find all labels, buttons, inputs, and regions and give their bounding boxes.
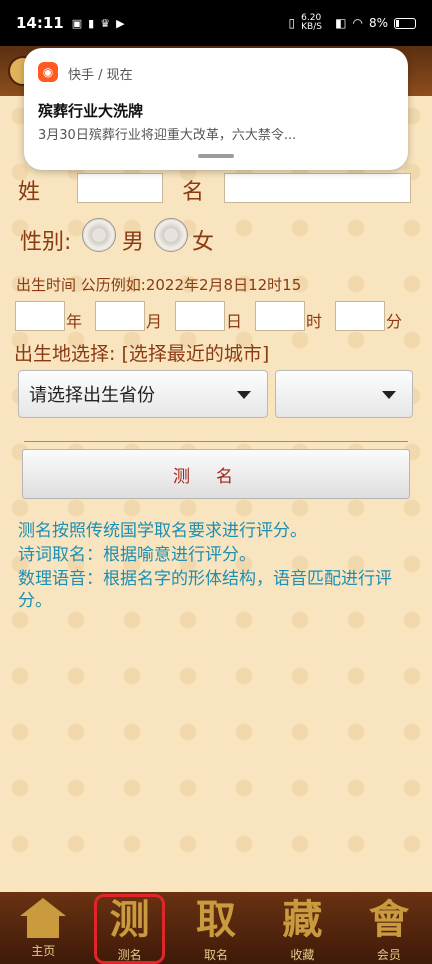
nfc-icon: ◧ — [335, 16, 347, 30]
tab-glyph: 會 — [368, 896, 409, 943]
female-radio[interactable] — [154, 218, 188, 252]
status-bar: 14:11 ▣ ▮ ♛ ▶ ▯ 6.20 KB/S ◧ ◠ 8% — [0, 0, 432, 46]
divider — [24, 441, 408, 442]
tab-label: 主页 — [31, 944, 56, 958]
year-input[interactable] — [15, 301, 65, 331]
status-time: 14:11 — [16, 14, 64, 32]
tab-test-name[interactable]: 测 测名 — [86, 892, 172, 964]
tab-choose-name[interactable]: 取 取名 — [173, 892, 259, 964]
tab-glyph: 藏 — [282, 896, 323, 943]
surname-input[interactable] — [77, 173, 163, 203]
tab-label: 会员 — [376, 948, 401, 962]
wifi-icon: ◠ — [352, 16, 363, 30]
city-select[interactable] — [275, 370, 413, 418]
media-icon: ▶ — [116, 16, 125, 30]
test-name-button[interactable]: 测名 — [22, 449, 410, 499]
province-select-value: 请选择出生省份 — [29, 385, 155, 406]
minute-unit: 分 — [386, 312, 403, 331]
main-content: 姓 名 性别: 男 女 出生时间 公历例如:2022年2月8日12时15 年 月… — [0, 96, 432, 892]
app-notification-icon: ▣ — [71, 16, 83, 30]
kuaishou-app-icon: ◉ — [38, 62, 58, 82]
month-input[interactable] — [95, 301, 145, 331]
battery-percent: 8% — [368, 16, 388, 30]
dropdown-arrow-icon — [382, 391, 396, 399]
tab-favorites[interactable]: 藏 收藏 — [259, 892, 345, 964]
network-speed: 6.20 KB/S — [301, 13, 322, 32]
surname-label: 姓 — [18, 180, 41, 205]
hour-unit: 时 — [306, 312, 323, 331]
tab-label: 取名 — [204, 948, 229, 962]
given-name-label: 名 — [182, 180, 205, 205]
hour-input[interactable] — [255, 301, 305, 331]
given-name-input[interactable] — [224, 173, 411, 203]
notification-card[interactable]: ◉ 快手 / 现在 殡葬行业大洗牌 3月30日殡葬行业将迎重大改革，六大禁令..… — [24, 48, 408, 170]
status-right: ▯ 6.20 KB/S ◧ ◠ 8% — [289, 14, 416, 32]
gender-label: 性别: — [20, 230, 72, 255]
tab-home[interactable]: 主页 — [0, 892, 86, 964]
description-line: 诗词取名：根据喻意进行评分。 — [18, 545, 256, 565]
active-tab-outline — [94, 894, 165, 964]
crown-icon: ♛ — [100, 16, 111, 30]
province-select[interactable]: 请选择出生省份 — [18, 370, 268, 418]
tab-member[interactable]: 會 会员 — [346, 892, 432, 964]
description-line: 数理语音：根据名字的形体结构，语音匹配进行评分。 — [18, 569, 392, 611]
tab-label: 收藏 — [290, 948, 315, 962]
female-label: 女 — [192, 230, 215, 255]
notification-title: 殡葬行业大洗牌 — [38, 102, 144, 120]
notification-app-name: 快手 / 现在 — [68, 68, 133, 83]
male-radio[interactable] — [82, 218, 116, 252]
drag-handle[interactable] — [198, 154, 234, 158]
tab-glyph: 取 — [196, 896, 237, 943]
battery-icon — [394, 17, 416, 29]
year-unit: 年 — [66, 312, 83, 331]
dropdown-arrow-icon — [237, 391, 251, 399]
vibrate-icon: ▯ — [288, 16, 296, 30]
day-input[interactable] — [175, 301, 225, 331]
sim-icon: ▮ — [88, 16, 95, 30]
notification-body: 3月30日殡葬行业将迎重大改革，六大禁令... — [38, 128, 297, 143]
birth-time-label: 出生时间 公历例如:2022年2月8日12时15 — [16, 276, 302, 294]
bottom-tab-bar: 主页 测 测名 取 取名 藏 收藏 會 会员 — [0, 892, 432, 964]
minute-input[interactable] — [335, 301, 385, 331]
male-label: 男 — [122, 230, 145, 255]
birthplace-label: 出生地选择: [选择最近的城市] — [14, 343, 270, 365]
home-icon — [20, 898, 67, 938]
description-line: 测名按照传统国学取名要求进行评分。 — [18, 521, 307, 541]
month-unit: 月 — [146, 312, 163, 331]
day-unit: 日 — [226, 312, 243, 331]
